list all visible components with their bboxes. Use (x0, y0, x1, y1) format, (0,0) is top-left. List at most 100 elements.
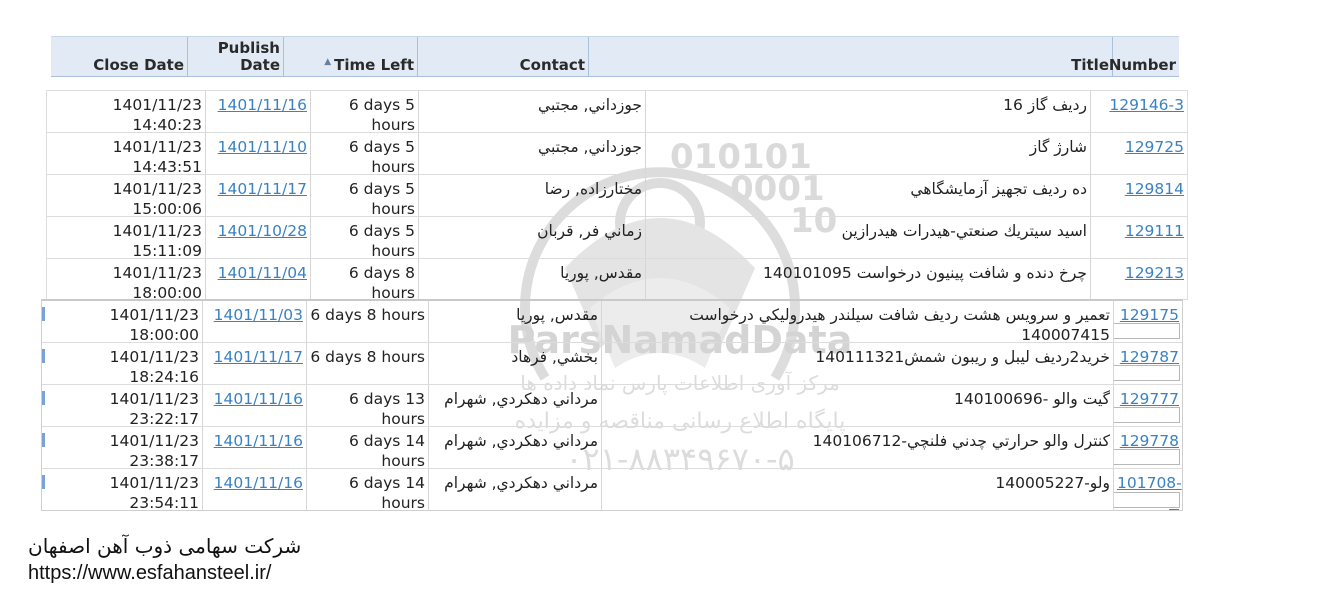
publish-date-link[interactable]: 1401/11/17 (218, 180, 307, 198)
number-cell[interactable]: 129146-3 (1090, 91, 1187, 132)
number-cell[interactable]: 129777 (1113, 385, 1182, 426)
title-cell: اسيد سيتريك صنعتي-هيدرات هيدرازين (645, 217, 1090, 258)
time-left-cell: 6 days 13 hours (306, 385, 428, 426)
title-cell: ده رديف تجهيز آزمايشگاهي (645, 175, 1090, 216)
publish-date-link[interactable]: 1401/11/10 (218, 138, 307, 156)
number-link[interactable]: 129111 (1125, 222, 1184, 240)
contact-cell: مرداني دهكردي, شهرام (428, 469, 601, 511)
number-link[interactable]: 129777 (1120, 390, 1179, 408)
number-cell[interactable]: 129787 (1113, 343, 1182, 384)
publish-date-cell[interactable]: 1401/11/16 (202, 469, 306, 511)
title-cell: تعمير و سرويس هشت رديف شافت سيلندر هيدرو… (601, 301, 1113, 342)
number-link[interactable]: 129787 (1120, 348, 1179, 366)
table-row[interactable]: 129778 كنترل والو حرارتي چدني فلنچي-1401… (42, 427, 1182, 469)
number-link[interactable]: 129146-3 (1109, 96, 1184, 114)
table-header: Close Date Publish Date ▲ Time Left Cont… (51, 36, 1179, 77)
title-cell: چرخ دنده و شافت پينيون درخواست 140101095 (645, 259, 1090, 300)
publish-date-cell[interactable]: 1401/11/16 (202, 427, 306, 468)
header-title[interactable]: Title (589, 37, 1113, 77)
time-left-cell: 6 days 5 hours (310, 175, 418, 216)
time-left-cell: 6 days 8 hours (310, 259, 418, 300)
contact-cell: مقدس, پوريا (428, 301, 601, 342)
contact-cell: مختارزاده, رضا (418, 175, 645, 216)
row-select-box[interactable] (1114, 407, 1180, 423)
results-group-1: 129146-3 16 رديف گاز جوزداني, مجتبي 6 da… (46, 90, 1188, 300)
publish-date-link[interactable]: 1401/10/28 (218, 222, 307, 240)
table-row[interactable]: 129146-3 16 رديف گاز جوزداني, مجتبي 6 da… (47, 91, 1187, 133)
row-select-box[interactable] (1114, 449, 1180, 465)
table-row[interactable]: 129111 اسيد سيتريك صنعتي-هيدرات هيدرازين… (47, 217, 1187, 259)
publish-date-cell[interactable]: 1401/11/04 (205, 259, 310, 300)
title-cell: شارژ گاز (645, 133, 1090, 174)
close-date-cell: 1401/11/23 18:00:00 (112, 264, 202, 300)
publish-date-link[interactable]: 1401/11/17 (214, 348, 303, 366)
table-row[interactable]: 129213 چرخ دنده و شافت پينيون درخواست 14… (47, 259, 1187, 300)
sort-ascending-icon: ▲ (324, 57, 332, 67)
publish-date-link[interactable]: 1401/11/16 (218, 96, 307, 114)
header-time-left[interactable]: ▲ Time Left (284, 37, 418, 77)
close-date-cell: 1401/11/23 23:22:17 (109, 390, 199, 426)
publish-date-cell[interactable]: 1401/11/17 (202, 343, 306, 384)
header-contact[interactable]: Contact (418, 37, 589, 77)
publish-date-cell[interactable]: 1401/11/16 (205, 91, 310, 132)
header-number[interactable]: Number (1109, 37, 1179, 77)
company-url[interactable]: https://www.esfahansteel.ir/ (28, 562, 271, 585)
table-row[interactable]: 129175 تعمير و سرويس هشت رديف شافت سيلند… (42, 301, 1182, 343)
close-date-cell: 1401/11/23 15:11:09 (112, 222, 202, 258)
contact-cell: جوزداني, مجتبي (418, 133, 645, 174)
table-row[interactable]: 129725 شارژ گاز جوزداني, مجتبي 6 days 5 … (47, 133, 1187, 175)
time-left-cell: 6 days 5 hours (310, 91, 418, 132)
header-publish-date[interactable]: Publish Date (188, 37, 284, 77)
table-row[interactable]: 129777 گيت والو -140100696 مرداني دهكردي… (42, 385, 1182, 427)
number-cell[interactable]: 101708-2 (1113, 469, 1182, 511)
number-link[interactable]: 129213 (1125, 264, 1184, 282)
title-cell: خريد2رديف ليبل و ريبون شمش140111321 (601, 343, 1113, 384)
number-cell[interactable]: 129213 (1090, 259, 1187, 300)
contact-cell: مرداني دهكردي, شهرام (428, 427, 601, 468)
close-date-cell: 1401/11/23 18:00:00 (109, 306, 199, 342)
row-select-box[interactable] (1114, 323, 1180, 339)
number-link[interactable]: 129725 (1125, 138, 1184, 156)
table-row[interactable]: 129787 خريد2رديف ليبل و ريبون شمش1401113… (42, 343, 1182, 385)
number-cell[interactable]: 129175 (1113, 301, 1182, 342)
time-left-cell: 6 days 14 hours (306, 427, 428, 468)
results-group-2: 129175 تعمير و سرويس هشت رديف شافت سيلند… (41, 299, 1183, 511)
number-cell[interactable]: 129111 (1090, 217, 1187, 258)
title-cell: كنترل والو حرارتي چدني فلنچي-140106712 (601, 427, 1113, 468)
close-date-cell: 1401/11/23 23:38:17 (109, 432, 199, 468)
publish-date-link[interactable]: 1401/11/04 (218, 264, 307, 282)
title-cell: گيت والو -140100696 (601, 385, 1113, 426)
close-date-cell: 1401/11/23 15:00:06 (112, 180, 202, 216)
publish-date-link[interactable]: 1401/11/16 (214, 390, 303, 408)
number-link[interactable]: 129814 (1125, 180, 1184, 198)
row-select-box[interactable] (1114, 365, 1180, 381)
contact-cell: بخشي, فرهاد (428, 343, 601, 384)
table-row[interactable]: 129814 ده رديف تجهيز آزمايشگاهي مختارزاد… (47, 175, 1187, 217)
close-date-cell: 1401/11/23 14:40:23 (112, 96, 202, 132)
number-cell[interactable]: 129725 (1090, 133, 1187, 174)
number-link[interactable]: 129778 (1120, 432, 1179, 450)
number-cell[interactable]: 129814 (1090, 175, 1187, 216)
contact-cell: مرداني دهكردي, شهرام (428, 385, 601, 426)
header-time-left-label: Time Left (334, 56, 414, 74)
publish-date-cell[interactable]: 1401/11/17 (205, 175, 310, 216)
close-date-cell: 1401/11/23 23:54:11 (109, 474, 199, 511)
title-cell: 16 رديف گاز (645, 91, 1090, 132)
row-select-box[interactable] (1114, 492, 1180, 508)
publish-date-link[interactable]: 1401/11/16 (214, 432, 303, 450)
header-close-date[interactable]: Close Date (51, 37, 188, 77)
number-link[interactable]: 129175 (1120, 306, 1179, 324)
table-row[interactable]: 101708-2 ولو-140005227 مرداني دهكردي, شه… (42, 469, 1182, 511)
publish-date-cell[interactable]: 1401/11/10 (205, 133, 310, 174)
publish-date-cell[interactable]: 1401/11/03 (202, 301, 306, 342)
company-name: شرکت سهامی ذوب آهن اصفهان (28, 534, 302, 558)
close-date-cell: 1401/11/23 18:24:16 (109, 348, 199, 384)
contact-cell: زماني فر, قربان (418, 217, 645, 258)
contact-cell: مقدس, پوريا (418, 259, 645, 300)
publish-date-cell[interactable]: 1401/11/16 (202, 385, 306, 426)
publish-date-link[interactable]: 1401/11/03 (214, 306, 303, 324)
time-left-cell: 6 days 14 hours (306, 469, 428, 511)
publish-date-link[interactable]: 1401/11/16 (214, 474, 303, 492)
publish-date-cell[interactable]: 1401/10/28 (205, 217, 310, 258)
number-cell[interactable]: 129778 (1113, 427, 1182, 468)
